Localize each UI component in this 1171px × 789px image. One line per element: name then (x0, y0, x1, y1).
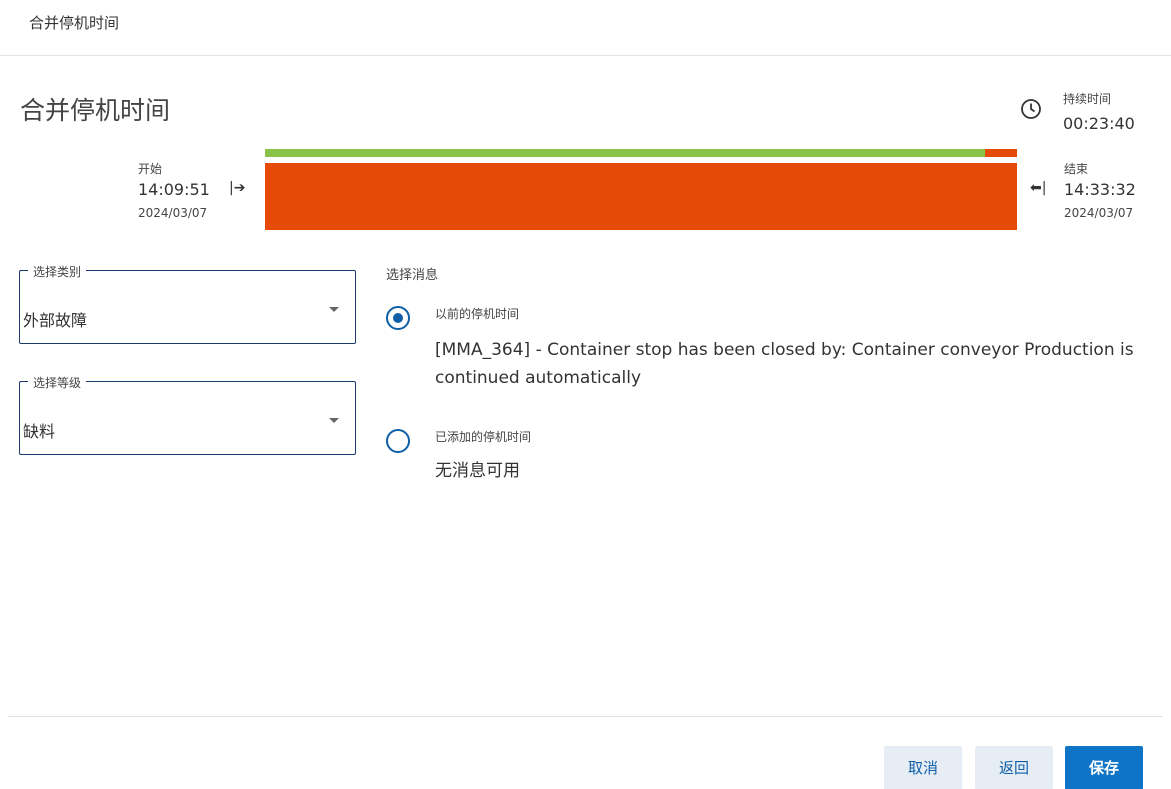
level-legend: 选择等级 (28, 374, 87, 391)
dialog-title: 合并停机时间 (29, 14, 120, 32)
start-date: 2024/03/07 (138, 206, 208, 220)
category-select[interactable]: 选择类别 外部故障 (19, 263, 356, 344)
added-downtime-message: 无消息可用 (435, 461, 520, 481)
timeline-status-bar (265, 149, 1017, 157)
arrow-left-icon: ⬅| (1030, 180, 1047, 196)
previous-downtime-message: [MMA_364] - Container stop has been clos… (435, 340, 1134, 388)
category-legend: 选择类别 (28, 263, 87, 280)
previous-downtime-label: 以前的停机时间 (435, 307, 520, 321)
message-heading: 选择消息 (386, 268, 439, 283)
duration-value: 00:23:40 (1063, 114, 1135, 133)
added-downtime-label: 已添加的停机时间 (435, 430, 532, 444)
end-date: 2024/03/07 (1064, 206, 1134, 220)
page-title: 合并停机时间 (20, 96, 171, 125)
cancel-button[interactable]: 取消 (884, 746, 962, 789)
footer-divider (8, 716, 1163, 717)
timeline-green-segment (265, 149, 986, 157)
duration-label: 持续时间 (1063, 92, 1112, 106)
radio-previous-downtime[interactable] (386, 306, 410, 330)
timeline-downtime-block (265, 163, 1017, 230)
start-time: 14:09:51 (138, 180, 210, 199)
radio-added-downtime[interactable] (386, 429, 410, 453)
level-select[interactable]: 选择等级 缺料 (19, 374, 356, 455)
end-label: 结束 (1064, 162, 1089, 176)
chevron-down-icon (329, 418, 339, 423)
end-time: 14:33:32 (1064, 180, 1136, 199)
level-value: 缺料 (23, 422, 56, 441)
category-value: 外部故障 (23, 311, 88, 330)
timeline-red-segment (985, 149, 1017, 157)
back-button[interactable]: 返回 (975, 746, 1053, 789)
dialog-header: 合并停机时间 (0, 0, 1171, 56)
arrow-right-icon: |➔ (229, 180, 246, 196)
chevron-down-icon (329, 307, 339, 312)
start-label: 开始 (138, 162, 163, 176)
clock-icon (1021, 99, 1041, 119)
save-button[interactable]: 保存 (1065, 746, 1143, 789)
